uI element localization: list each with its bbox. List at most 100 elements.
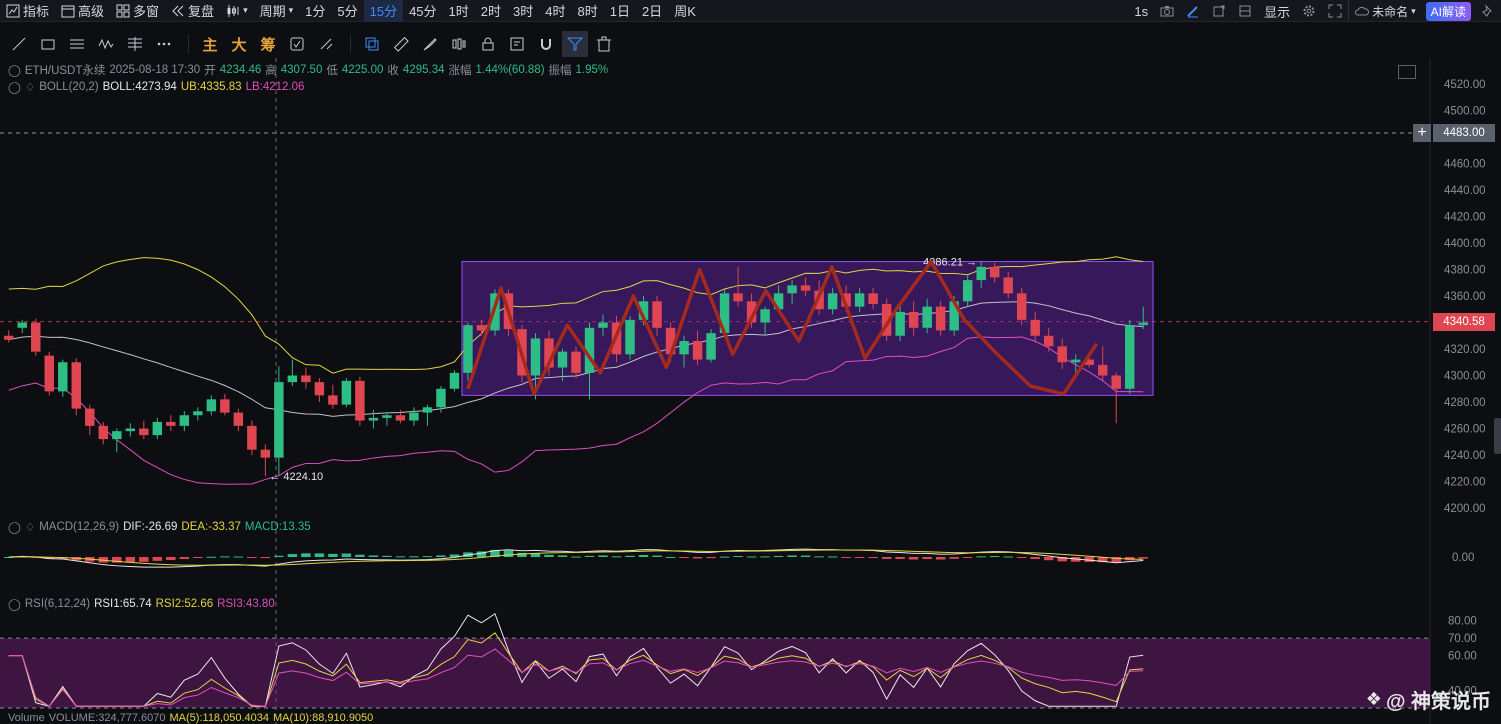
eye-icon[interactable]: ◯ bbox=[8, 597, 21, 611]
watermark: ❖ @ 神策说币 bbox=[1365, 689, 1491, 713]
candle bbox=[787, 280, 797, 304]
price-axis-tick: 4240.00 bbox=[1444, 450, 1486, 462]
rewind-icon bbox=[172, 5, 184, 16]
main-chart-button[interactable]: 主 bbox=[197, 31, 223, 57]
price-axis-tick: 4280.00 bbox=[1444, 397, 1486, 409]
copy-icon[interactable] bbox=[359, 31, 385, 57]
candle-body bbox=[233, 412, 244, 426]
lock-icon[interactable] bbox=[475, 31, 501, 57]
rsi-axis-tick: 60.00 bbox=[1448, 651, 1477, 663]
eraser-icon[interactable] bbox=[313, 31, 339, 57]
interval-tab[interactable]: 5分 bbox=[331, 0, 363, 22]
macd-bar bbox=[625, 555, 635, 557]
interval-1s[interactable]: 1s bbox=[1128, 0, 1154, 22]
parallel-lines-icon[interactable] bbox=[64, 31, 90, 57]
scroll-handle[interactable] bbox=[1494, 418, 1501, 454]
macd-bar bbox=[1057, 557, 1067, 562]
interval-tab[interactable]: 45分 bbox=[403, 0, 442, 22]
display-button[interactable]: 显示 bbox=[1258, 0, 1296, 22]
popout-icon[interactable] bbox=[1206, 0, 1232, 22]
multi-window-button[interactable]: 多窗 bbox=[110, 0, 165, 22]
trash-icon[interactable] bbox=[591, 31, 617, 57]
big-order-button[interactable]: 大 bbox=[226, 31, 252, 57]
interval-tab[interactable]: 2时 bbox=[475, 0, 507, 22]
settings-icon[interactable] bbox=[1296, 0, 1322, 22]
candle-body bbox=[355, 380, 365, 421]
interval-tab[interactable]: 2日 bbox=[636, 0, 668, 22]
camera-icon[interactable] bbox=[1154, 0, 1180, 22]
brush-icon[interactable] bbox=[417, 31, 443, 57]
check-tool-icon[interactable] bbox=[284, 31, 310, 57]
candle bbox=[368, 409, 379, 429]
macd-bar bbox=[58, 557, 68, 559]
candle bbox=[314, 378, 325, 402]
interval-tab[interactable]: 15分 bbox=[363, 0, 404, 22]
rectangle-tool-icon[interactable] bbox=[35, 31, 61, 57]
eye-icon[interactable]: ◯ bbox=[8, 63, 21, 77]
macd-bar bbox=[584, 555, 595, 557]
macd-bar bbox=[530, 553, 541, 557]
fullscreen-icon[interactable] bbox=[1322, 0, 1348, 22]
candle-body bbox=[341, 380, 352, 405]
advanced-button[interactable]: 高级 bbox=[55, 0, 110, 22]
candle bbox=[449, 370, 460, 392]
macd-bar bbox=[868, 557, 878, 558]
bell-icon[interactable]: ♢ bbox=[25, 520, 35, 534]
add-alert-icon[interactable]: + bbox=[1413, 124, 1431, 143]
pen-icon[interactable] bbox=[1180, 0, 1206, 22]
expand-icon[interactable] bbox=[1398, 65, 1416, 79]
candle-body bbox=[935, 306, 946, 331]
interval-tab[interactable]: 1时 bbox=[443, 0, 475, 22]
filter-icon[interactable] bbox=[562, 31, 588, 57]
candle-body bbox=[544, 338, 554, 368]
interval-tab[interactable]: 3时 bbox=[507, 0, 539, 22]
macd-bar bbox=[301, 553, 311, 557]
candle-body bbox=[1098, 364, 1108, 376]
period-dropdown[interactable]: 周期 ▾ bbox=[254, 0, 300, 22]
price-axis-tick: 4400.00 bbox=[1444, 238, 1486, 250]
candle bbox=[1003, 272, 1013, 299]
interval-tab[interactable]: 周K bbox=[668, 0, 702, 22]
line-tool-icon[interactable] bbox=[6, 31, 32, 57]
candle bbox=[841, 285, 851, 312]
macd-bar bbox=[544, 554, 554, 557]
candle bbox=[220, 394, 230, 416]
eye-icon[interactable]: ◯ bbox=[8, 520, 21, 534]
macd-bar bbox=[490, 549, 500, 557]
eye-icon[interactable]: ◯ bbox=[8, 80, 21, 94]
macd-dif-line bbox=[8, 548, 1144, 568]
interval-tab[interactable]: 4时 bbox=[539, 0, 571, 22]
interval-tab[interactable]: 8时 bbox=[571, 0, 603, 22]
bars-pattern-icon[interactable] bbox=[446, 31, 472, 57]
chip-distribution-button[interactable]: 筹 bbox=[255, 31, 281, 57]
wave-tool-icon[interactable] bbox=[93, 31, 119, 57]
volume-value: VOLUME:324,777.6070 bbox=[48, 712, 166, 724]
interval-tab[interactable]: 1分 bbox=[299, 0, 331, 22]
candle-body bbox=[449, 372, 460, 389]
candle bbox=[760, 306, 770, 336]
ruler-icon[interactable] bbox=[388, 31, 414, 57]
bell-icon[interactable]: ♢ bbox=[25, 80, 35, 94]
fib-tool-icon[interactable] bbox=[122, 31, 148, 57]
rsi2-line bbox=[8, 632, 1144, 707]
interval-tab[interactable]: 1日 bbox=[604, 0, 636, 22]
cloud-save-button[interactable]: 未命名 ▾ bbox=[1348, 0, 1422, 22]
macd-bar bbox=[908, 557, 919, 560]
layout-icon[interactable] bbox=[1232, 0, 1258, 22]
crosshair-price-tag: 4483.00 bbox=[1433, 124, 1495, 143]
more-tools-icon[interactable] bbox=[151, 31, 177, 57]
macd-bar bbox=[98, 557, 109, 563]
macd-dea: DEA:-33.37 bbox=[181, 521, 241, 533]
candle bbox=[1138, 306, 1148, 330]
replay-button[interactable]: 复盘 bbox=[165, 0, 220, 22]
pin-icon[interactable] bbox=[1475, 0, 1501, 22]
chart-type-button[interactable]: ▾ bbox=[220, 0, 254, 22]
indicators-button[interactable]: 指标 bbox=[0, 0, 55, 22]
price-axis: 4520.004500.004480.004460.004440.004420.… bbox=[1444, 79, 1486, 515]
chart-canvas[interactable]: 4386.21 → ← 4224.10 0.00 80.00 70.00 60.00 4… bbox=[0, 0, 1501, 724]
magnet-icon[interactable] bbox=[533, 31, 559, 57]
candle-body bbox=[665, 327, 676, 355]
candle-body bbox=[598, 322, 608, 328]
note-icon[interactable] bbox=[504, 31, 530, 57]
ai-interpret-button[interactable]: AI解读 bbox=[1425, 1, 1471, 21]
